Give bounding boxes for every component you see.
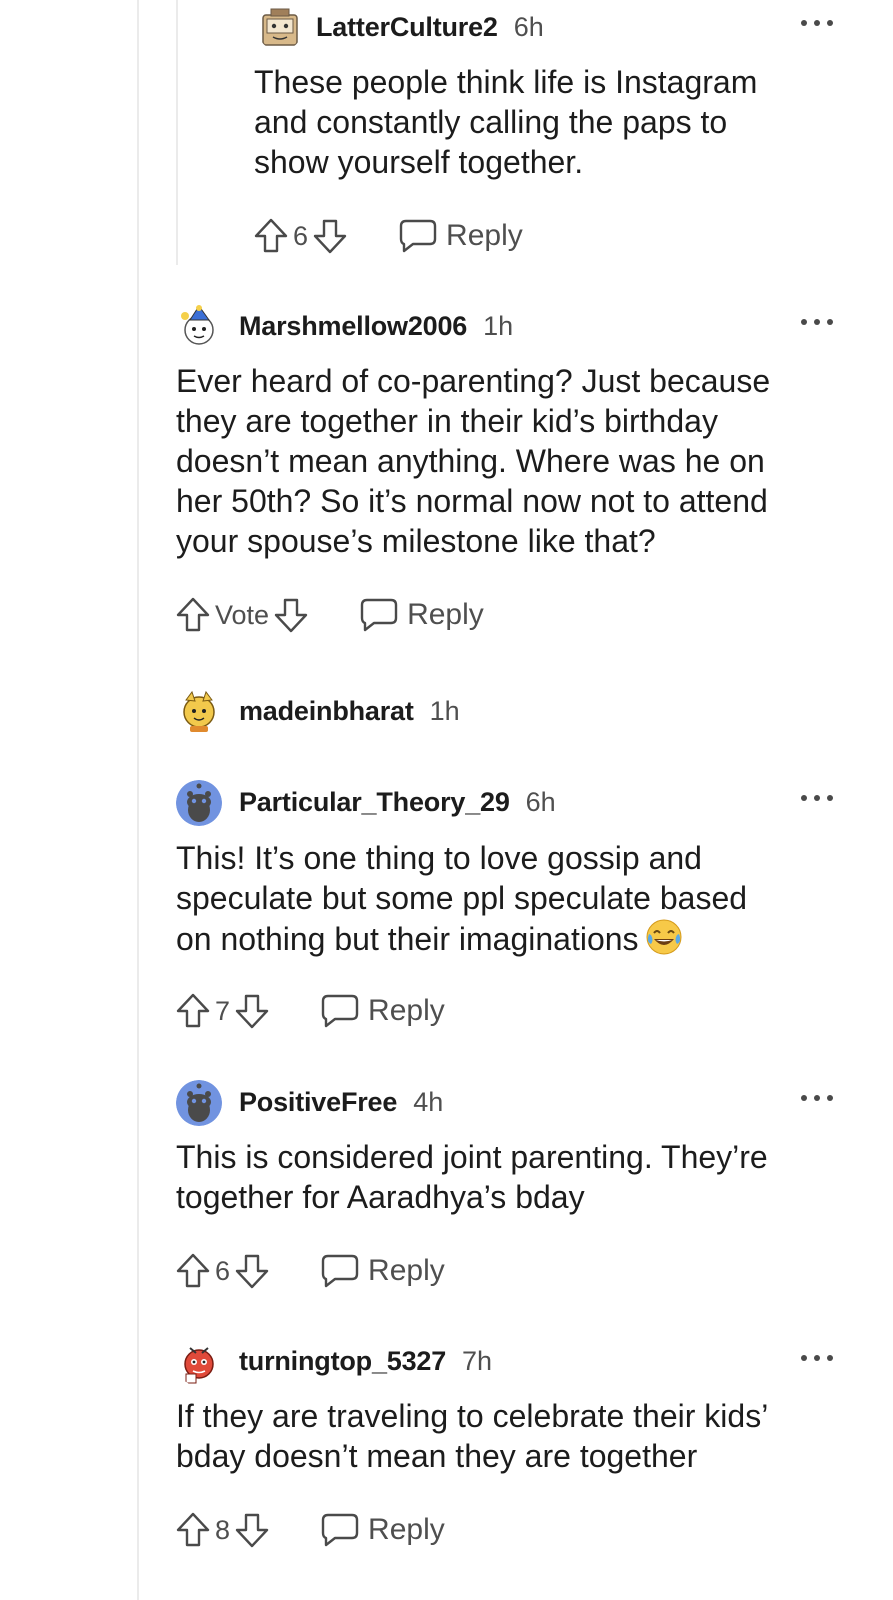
upvote-icon[interactable] [253,216,289,256]
upvote-icon[interactable] [175,991,211,1031]
username[interactable]: LatterCulture2 [316,12,498,43]
comment-body: If they are traveling to celebrate their… [176,1398,769,1474]
reply-button[interactable]: Reply [320,1512,445,1548]
timestamp: 1h [483,311,514,341]
comment-actions: 8 Reply [175,1508,445,1552]
ellipsis-icon [801,1095,807,1101]
downvote-icon[interactable] [312,216,348,256]
avatar[interactable] [176,780,222,826]
vote-count: 6 [293,220,309,251]
speech-bubble-icon [321,994,359,1028]
default-snoo-avatar-icon [176,780,222,826]
upvote-icon[interactable] [175,595,211,635]
more-options-button[interactable] [801,317,833,327]
comment-meta: LatterCulture2 6h [316,12,544,43]
comment-body: This is considered joint parenting. They… [176,1139,768,1215]
thread-line-root [137,0,139,1600]
reply-label: Reply [368,1513,445,1546]
vote-count: 7 [215,995,231,1026]
avatar[interactable] [176,1340,222,1386]
username[interactable]: Particular_Theory_29 [239,787,510,818]
ellipsis-icon [801,1355,807,1361]
upvote-icon[interactable] [175,1251,211,1291]
user-avatar-icon [184,1347,214,1384]
avatar[interactable] [176,688,222,734]
comment-meta: turningtop_5327 7h [239,1346,492,1377]
more-options-button[interactable] [801,18,833,28]
timestamp: 7h [462,1346,493,1376]
timestamp: 6h [513,12,544,42]
more-options-button[interactable] [801,793,833,803]
downvote-icon[interactable] [273,595,309,635]
comment-body: This! It’s one thing to love gossip and … [176,838,747,959]
reply-button[interactable]: Reply [320,993,445,1029]
thread-line-nested [176,0,178,265]
timestamp: 6h [525,787,556,817]
user-avatar-icon [181,305,214,345]
speech-bubble-icon [321,1254,359,1288]
downvote-icon[interactable] [234,1251,270,1291]
reply-button[interactable]: Reply [398,218,523,254]
username[interactable]: PositiveFree [239,1087,397,1118]
timestamp: 4h [413,1087,444,1117]
comment-body: Ever heard of co-parenting? Just because… [176,363,771,559]
comment-actions: 6 Reply [253,214,523,258]
user-avatar-icon [183,690,215,732]
avatar[interactable] [176,1080,222,1126]
vote-count: 6 [215,1255,231,1286]
reply-label: Reply [368,1254,445,1287]
downvote-icon[interactable] [234,1510,270,1550]
username[interactable]: turningtop_5327 [239,1346,446,1377]
downvote-icon[interactable] [234,991,270,1031]
reply-label: Reply [407,598,484,631]
username[interactable]: madeinbharat [239,696,414,727]
user-avatar-icon [262,8,298,46]
vote-count: 8 [215,1514,231,1545]
comment-body: These people think life is Instagram and… [254,64,758,180]
comment-meta: madeinbharat 1h [239,696,460,727]
speech-bubble-icon [321,1513,359,1547]
comment-meta: Marshmellow2006 1h [239,311,513,342]
comment-actions: 7 Reply [175,989,445,1033]
upvote-icon[interactable] [175,1510,211,1550]
comment-meta: PositiveFree 4h [239,1087,443,1118]
more-options-button[interactable] [801,1353,833,1363]
reply-label: Reply [368,994,445,1027]
ellipsis-icon [801,795,807,801]
username[interactable]: Marshmellow2006 [239,311,467,342]
reply-button[interactable]: Reply [359,597,484,633]
default-snoo-avatar-icon [176,1080,222,1126]
reply-label: Reply [446,219,523,252]
speech-bubble-icon [360,598,398,632]
more-options-button[interactable] [801,1093,833,1103]
avatar[interactable] [176,304,222,350]
timestamp: 1h [429,696,460,726]
comment-actions: Vote Reply [175,593,484,637]
reply-button[interactable]: Reply [320,1253,445,1289]
ellipsis-icon [801,319,807,325]
vote-label: Vote [215,599,270,630]
ellipsis-icon [801,20,807,26]
comment-actions: 6 Reply [175,1249,445,1293]
avatar[interactable] [257,5,303,51]
comment-meta: Particular_Theory_29 6h [239,787,556,818]
speech-bubble-icon [399,219,437,253]
tears-of-joy-emoji-icon [646,919,682,955]
